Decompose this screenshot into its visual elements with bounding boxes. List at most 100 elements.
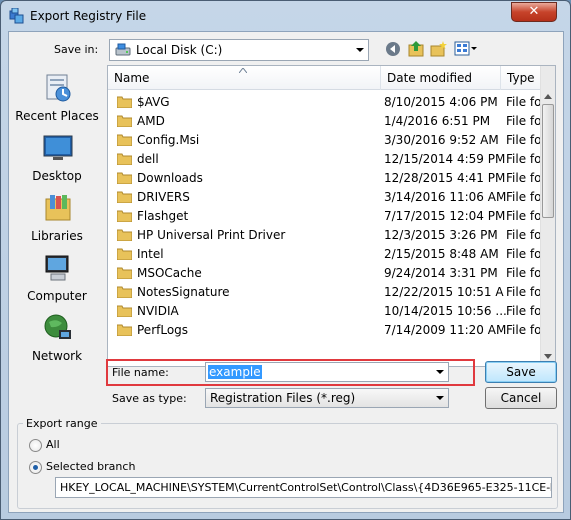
radio-selected-label: Selected branch	[46, 460, 136, 473]
folder-icon	[117, 248, 132, 260]
column-date-label: Date modified	[387, 71, 473, 85]
sort-ascending-icon	[239, 68, 247, 73]
folder-icon	[117, 191, 132, 203]
file-name: dell	[137, 152, 159, 166]
file-name: DRIVERS	[137, 190, 190, 204]
file-name-label: File name:	[112, 366, 169, 379]
file-row[interactable]: Downloads 12/28/2015 4:41 PM File fol	[108, 169, 542, 188]
file-name: HP Universal Print Driver	[137, 228, 286, 242]
column-date-modified[interactable]: Date modified	[381, 66, 501, 90]
file-row[interactable]: Config.Msi 3/30/2016 9:52 AM File fol	[108, 131, 542, 150]
registry-editor-icon	[9, 8, 24, 24]
file-row[interactable]: DRIVERS 3/14/2016 11:06 AM File fol	[108, 188, 542, 207]
computer-icon	[45, 255, 69, 281]
vertical-scrollbar[interactable]	[540, 66, 555, 366]
places-bar: Recent Places Desktop Libraries Computer…	[12, 65, 102, 395]
folder-icon	[117, 153, 132, 165]
radio-selected-branch[interactable]	[29, 461, 42, 474]
file-list[interactable]: Name Date modified Type $AVG 8/10/2015 4:…	[107, 65, 556, 367]
place-computer[interactable]: Computer	[12, 253, 102, 311]
save-button-label: Save	[506, 365, 536, 379]
branch-path-value: HKEY_LOCAL_MACHINE\SYSTEM\CurrentControl…	[60, 481, 552, 494]
file-name: Flashget	[137, 209, 189, 223]
file-date: 12/28/2015 4:41 PM	[384, 171, 506, 185]
save-in-value: Local Disk (C:)	[136, 43, 223, 57]
save-button[interactable]: Save	[485, 361, 557, 383]
place-desktop[interactable]: Desktop	[12, 133, 102, 191]
new-folder-icon[interactable]	[430, 40, 447, 57]
file-type: File fol	[506, 133, 542, 147]
chevron-down-icon	[436, 370, 444, 374]
file-date: 12/22/2015 10:51 A	[384, 285, 504, 299]
chevron-down-icon	[436, 396, 444, 400]
place-libraries[interactable]: Libraries	[12, 193, 102, 251]
file-name: NotesSignature	[137, 285, 230, 299]
file-row[interactable]: AMD 1/4/2016 6:51 PM File fol	[108, 112, 542, 131]
column-name-label: Name	[114, 71, 150, 85]
radio-selected-dot	[33, 465, 38, 470]
file-row[interactable]: dell 12/15/2014 4:59 PM File fol	[108, 150, 542, 169]
radio-all[interactable]	[29, 439, 42, 452]
save-as-type-label: Save as type:	[112, 392, 187, 405]
file-row[interactable]: PerfLogs 7/14/2009 11:20 AM File fol	[108, 321, 542, 340]
folder-icon	[117, 229, 132, 241]
file-row[interactable]: Intel 2/15/2015 8:48 AM File fol	[108, 245, 542, 264]
save-in-label: Save in:	[54, 43, 99, 56]
file-row[interactable]: NotesSignature 12/22/2015 10:51 A File fol	[108, 283, 542, 302]
folder-icon	[117, 324, 132, 336]
folder-icon	[117, 210, 132, 222]
list-header: Name Date modified Type	[108, 66, 555, 90]
close-icon: ✕	[528, 4, 540, 19]
place-network[interactable]: Network	[12, 313, 102, 371]
network-icon	[44, 314, 71, 339]
file-name: Intel	[137, 247, 164, 261]
file-row[interactable]: HP Universal Print Driver 12/3/2015 3:26 …	[108, 226, 542, 245]
file-type: File fol	[506, 95, 542, 109]
file-row[interactable]: $AVG 8/10/2015 4:06 PM File fol	[108, 93, 542, 112]
title-bar: Export Registry File ✕	[1, 1, 570, 31]
file-date: 7/14/2009 11:20 AM	[384, 323, 507, 337]
view-menu-icon[interactable]	[454, 41, 478, 56]
save-as-type-select[interactable]: Registration Files (*.reg)	[205, 388, 449, 408]
close-button[interactable]: ✕	[511, 2, 557, 22]
file-date: 12/15/2014 4:59 PM	[384, 152, 506, 166]
file-name-input[interactable]: example	[205, 362, 449, 382]
file-type: File fol	[506, 114, 542, 128]
back-icon[interactable]	[385, 41, 401, 57]
file-type: File fol	[506, 171, 542, 185]
file-date: 2/15/2015 8:48 AM	[384, 247, 499, 261]
folder-icon	[117, 305, 132, 317]
scroll-down-icon[interactable]	[544, 354, 552, 359]
desktop-icon	[43, 135, 73, 160]
file-date: 9/24/2014 3:31 PM	[384, 266, 498, 280]
scroll-thumb[interactable]	[542, 104, 554, 218]
file-type: File fol	[506, 152, 542, 166]
file-name: AMD	[137, 114, 165, 128]
file-type: File fol	[506, 228, 542, 242]
file-type: File fol	[506, 285, 542, 299]
file-row[interactable]: Flashget 7/17/2015 12:04 PM File fol	[108, 207, 542, 226]
file-row[interactable]: NVIDIA 10/14/2015 10:56 ... File fol	[108, 302, 542, 321]
place-label: Recent Places	[15, 109, 99, 123]
up-folder-icon[interactable]	[408, 40, 424, 57]
scroll-up-icon[interactable]	[544, 94, 552, 99]
folder-icon	[117, 267, 132, 279]
place-label: Network	[31, 349, 83, 363]
file-type: File fol	[506, 247, 542, 261]
file-name: MSOCache	[137, 266, 202, 280]
file-date: 3/30/2016 9:52 AM	[384, 133, 499, 147]
file-type: File fol	[506, 304, 542, 318]
file-date: 12/3/2015 3:26 PM	[384, 228, 498, 242]
folder-icon	[117, 96, 132, 108]
place-recent-places[interactable]: Recent Places	[12, 73, 102, 131]
file-name: Config.Msi	[137, 133, 200, 147]
file-date: 1/4/2016 6:51 PM	[384, 114, 491, 128]
branch-path-field[interactable]: HKEY_LOCAL_MACHINE\SYSTEM\CurrentControl…	[55, 477, 552, 498]
local-disk-icon	[115, 43, 131, 56]
file-date: 8/10/2015 4:06 PM	[384, 95, 498, 109]
cancel-button[interactable]: Cancel	[485, 387, 557, 409]
save-as-type-value: Registration Files (*.reg)	[210, 391, 356, 405]
chevron-down-icon	[356, 48, 364, 52]
save-in-combo[interactable]: Local Disk (C:)	[109, 39, 369, 61]
file-row[interactable]: MSOCache 9/24/2014 3:31 PM File fol	[108, 264, 542, 283]
